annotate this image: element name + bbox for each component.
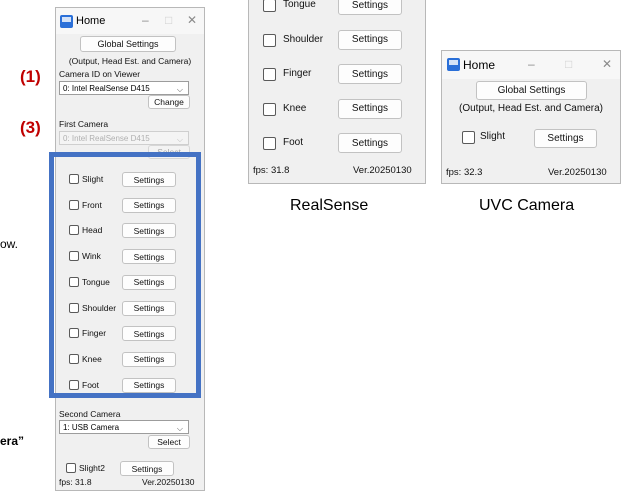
shoulder-label: Shoulder <box>283 33 324 45</box>
home-window-uvc: Home – □ ✕ Global Settings (Output, Head… <box>441 50 621 184</box>
chevron-down-icon: ⌵ <box>176 85 183 94</box>
fps-readout: fps: 31.8 <box>59 477 92 487</box>
foot-label: Foot <box>283 137 304 148</box>
tongue-label: Tongue <box>283 0 316 10</box>
slight-label: Slight <box>480 131 506 142</box>
global-settings-description: (Output, Head Est. and Camera) <box>68 56 192 66</box>
camera-id-select[interactable]: 0: Intel RealSense D415 ⌵ <box>59 81 189 95</box>
slight-checkbox[interactable] <box>462 131 475 144</box>
slight2-settings-button[interactable]: Settings <box>120 461 174 476</box>
text-fragment-era: era” <box>0 434 25 448</box>
second-camera-value: 1: USB Camera <box>63 422 120 432</box>
knee-settings-button[interactable]: Settings <box>338 98 402 119</box>
foot-checkbox[interactable] <box>263 137 276 150</box>
fps-readout: fps: 32.3 <box>446 167 483 178</box>
camera-id-label: Camera ID on Viewer <box>59 69 141 79</box>
first-camera-label: First Camera <box>59 119 109 129</box>
change-button[interactable]: Change <box>148 95 190 109</box>
version-label: Ver.20250130 <box>353 165 412 176</box>
shoulder-settings-button[interactable]: Settings <box>338 29 402 50</box>
minimize-icon[interactable]: – <box>142 13 149 27</box>
tongue-settings-button[interactable]: Settings <box>338 0 402 15</box>
finger-checkbox[interactable] <box>263 68 276 81</box>
text-fragment-ow: ow. <box>0 237 19 251</box>
second-camera-select-button[interactable]: Select <box>148 435 190 449</box>
knee-label: Knee <box>283 102 307 114</box>
realsense-caption: RealSense <box>290 197 369 214</box>
maximize-icon[interactable]: □ <box>565 57 572 71</box>
minimize-icon[interactable]: – <box>528 57 535 71</box>
global-settings-description: (Output, Head Est. and Camera) <box>459 103 603 114</box>
first-camera-select[interactable]: 0: Intel RealSense D415 ⌵ <box>59 131 189 145</box>
close-icon[interactable]: ✕ <box>602 57 612 71</box>
app-icon <box>447 58 460 71</box>
shoulder-checkbox[interactable] <box>263 33 276 47</box>
finger-settings-button[interactable]: Settings <box>338 64 402 84</box>
global-settings-button[interactable]: Global Settings <box>476 81 587 100</box>
tongue-checkbox[interactable] <box>263 0 276 12</box>
chevron-down-icon: ⌵ <box>176 135 183 144</box>
chevron-down-icon: ⌵ <box>176 424 183 433</box>
second-camera-label: Second Camera <box>59 409 121 419</box>
window-title: Home <box>463 58 496 72</box>
home-window-realsense: Tongue Settings Shoulder Settings Finger Sett… <box>248 0 426 184</box>
close-icon[interactable]: ✕ <box>187 13 197 27</box>
second-camera-select[interactable]: 1: USB Camera ⌵ <box>59 420 189 434</box>
annotation-label-3: (3) <box>20 118 41 137</box>
title-bar: Home – □ ✕ <box>442 51 620 79</box>
maximize-icon[interactable]: □ <box>165 13 172 27</box>
version-label: Ver.20250130 <box>142 477 195 487</box>
first-camera-value: 0: Intel RealSense D415 <box>63 133 150 143</box>
slight-settings-button[interactable]: Settings <box>534 129 597 148</box>
title-bar: Home – □ ✕ <box>56 8 204 34</box>
fps-readout: fps: 31.8 <box>253 165 290 176</box>
slight2-label: Slight2 <box>79 463 105 473</box>
version-label: Ver.20250130 <box>548 167 607 178</box>
knee-checkbox[interactable] <box>263 102 276 116</box>
window-title: Home <box>76 15 106 27</box>
foot-settings-button[interactable]: Settings <box>338 133 402 153</box>
slight2-checkbox[interactable] <box>66 463 76 473</box>
app-icon <box>60 15 73 28</box>
finger-label: Finger <box>283 68 312 79</box>
uvc-caption: UVC Camera <box>479 197 575 214</box>
annotation-label-1: (1) <box>20 67 41 86</box>
highlight-box <box>49 152 201 398</box>
camera-id-value: 0: Intel RealSense D415 <box>63 83 150 93</box>
global-settings-button[interactable]: Global Settings <box>80 36 176 52</box>
